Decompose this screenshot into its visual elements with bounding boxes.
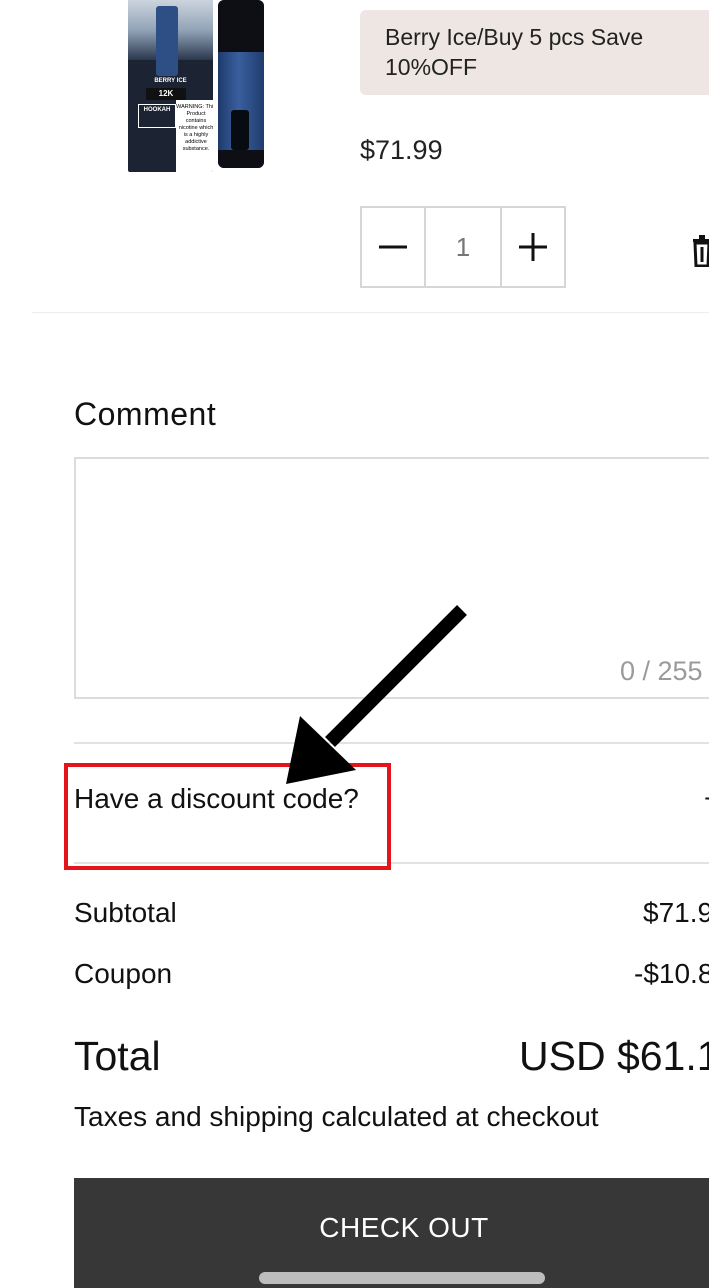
subtotal-label: Subtotal (74, 897, 177, 928)
box-flavor-text: BERRY ICE (154, 78, 187, 84)
quantity-stepper: 1 (360, 206, 566, 288)
variant-label: Berry Ice/Buy 5 pcs Save 10%OFF (385, 24, 644, 80)
comment-textarea[interactable] (74, 457, 709, 699)
increase-quantity-button[interactable] (502, 208, 564, 286)
item-price: $71.99 (360, 135, 443, 165)
variant-tag: Berry Ice/Buy 5 pcs Save 10%OFF (360, 10, 709, 95)
remove-item-button[interactable] (690, 233, 709, 268)
trash-icon (693, 235, 709, 268)
coupon-value: -$10.80 (634, 958, 709, 989)
subtotal-value: $71.99 (643, 897, 709, 928)
product-box-image: BERRY ICE 12K HOOKAH WARNING: This Produ… (128, 0, 213, 172)
coupon-label: Coupon (74, 958, 173, 989)
product-image: BERRY ICE 12K HOOKAH WARNING: This Produ… (120, 0, 280, 175)
box-puffs-text: 12K (146, 88, 186, 100)
box-warning-text: WARNING: This Product contains nicotine … (176, 100, 213, 172)
comment-title: Comment (74, 396, 217, 432)
home-indicator (259, 1272, 545, 1284)
quantity-input[interactable]: 1 (424, 208, 502, 286)
box-brand-text: HOOKAH (138, 104, 176, 128)
total-value: USD $61.19 (519, 1033, 709, 1079)
plus-icon (519, 233, 547, 261)
discount-expand-icon[interactable]: + (704, 783, 709, 815)
section-divider (32, 312, 709, 313)
vape-device-image (218, 0, 264, 168)
total-label: Total (74, 1033, 161, 1079)
minus-icon (379, 245, 407, 249)
comment-char-counter: 0 / 255 (620, 656, 703, 686)
decrease-quantity-button[interactable] (362, 208, 424, 286)
annotation-highlight-box (64, 763, 391, 870)
divider (74, 742, 709, 744)
taxes-note: Taxes and shipping calculated at checkou… (74, 1101, 599, 1132)
